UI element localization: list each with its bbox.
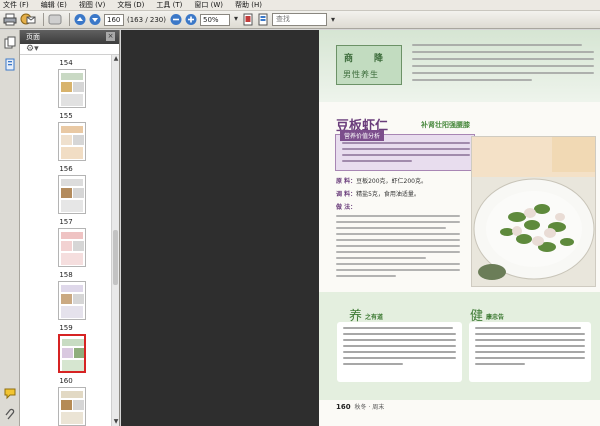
options-gear-icon[interactable]: ⚙▾ xyxy=(26,44,39,54)
fit-width-button[interactable] xyxy=(257,13,269,27)
thumbnail-label: 156 xyxy=(59,165,73,173)
hand-icon xyxy=(48,14,62,25)
printer-icon xyxy=(3,13,17,26)
recipe-photo xyxy=(471,136,596,287)
pages-panel-header: 页面 × xyxy=(20,30,119,44)
zoom-out-button[interactable] xyxy=(170,13,182,27)
menu-tools[interactable]: 工具 (T) xyxy=(156,0,182,10)
arrow-up-icon xyxy=(74,14,86,25)
page-count-label: (163 / 230) xyxy=(127,15,166,24)
scroll-up-icon[interactable]: ▲ xyxy=(112,55,120,63)
thumbnail-page[interactable] xyxy=(58,122,86,161)
hand-tool-button[interactable] xyxy=(48,13,62,27)
zoom-in-button[interactable] xyxy=(185,13,197,27)
thumbnail-label: 155 xyxy=(59,112,73,120)
health-tips-box xyxy=(469,322,591,382)
toolbar: 160 (163 / 230) 50% 查找 xyxy=(0,11,600,29)
thumbnail-page[interactable] xyxy=(58,281,86,320)
thumbnail-page[interactable] xyxy=(58,69,86,108)
envelope-icon xyxy=(20,13,36,25)
thumbnail-label: 159 xyxy=(59,324,73,332)
recipe-subtitle: 补肾壮阳强腰膝 xyxy=(421,121,470,129)
toolbar-separator xyxy=(43,13,44,26)
toolbar-separator xyxy=(69,13,70,26)
menu-window[interactable]: 窗口 (W) xyxy=(194,0,223,10)
search-input[interactable]: 查找 xyxy=(272,13,335,26)
fit-page-button[interactable] xyxy=(242,13,254,27)
seasoning-row: 调 料：精盐5克，食用油适量。 xyxy=(336,191,420,198)
fit-width-icon xyxy=(258,13,268,26)
zoom-in-icon xyxy=(185,14,197,25)
next-page-button[interactable] xyxy=(89,13,101,27)
page-number-input[interactable]: 160 xyxy=(104,13,124,26)
thumbnail-label: 158 xyxy=(59,271,73,279)
document-page: 商 降 男性养生 豆板虾仁 补肾壮阳强腰膝 营养价值分析 原 料：豆板200克，… xyxy=(319,30,600,426)
thumbnail-page[interactable] xyxy=(58,387,86,426)
thumbnail-scrollbar[interactable]: ▲ ▼ xyxy=(111,55,119,426)
arrow-down-icon xyxy=(89,14,101,25)
document-canvas[interactable]: 商 降 男性养生 豆板虾仁 补肾壮阳强腰膝 营养价值分析 原 料：豆板200克，… xyxy=(121,30,600,426)
pages-panel-title: 页面 xyxy=(26,33,40,41)
attachments-icon[interactable] xyxy=(4,408,16,421)
recipe-ingredients: 原 料：豆板200克，虾仁200克。 调 料：精盐5克，食用油适量。 做 法： xyxy=(336,176,464,281)
footer-text: 秋冬 · 周末 xyxy=(354,404,385,411)
previous-page-button[interactable] xyxy=(74,13,86,27)
nutrition-analysis-box: 营养价值分析 xyxy=(335,130,475,171)
thumbnail-list: 154 155 156 157 158 159 160 xyxy=(20,55,112,426)
menu-file[interactable]: 文件 (F) xyxy=(3,0,29,10)
menu-bar: 文件 (F) 编辑 (E) 视图 (V) 文档 (D) 工具 (T) 窗口 (W… xyxy=(0,0,600,11)
pages-icon[interactable] xyxy=(4,36,16,49)
menu-document[interactable]: 文档 (D) xyxy=(117,0,144,10)
email-button[interactable] xyxy=(20,13,36,27)
intro-paragraph xyxy=(412,44,594,94)
menu-edit[interactable]: 编辑 (E) xyxy=(41,0,67,10)
panel-options: ⚙▾ xyxy=(20,44,119,55)
ingredients-row: 原 料：豆板200克，虾仁200克。 xyxy=(336,178,427,185)
close-panel-button[interactable]: × xyxy=(106,32,115,41)
section-logo: 商 降 男性养生 xyxy=(336,45,402,85)
print-button[interactable] xyxy=(3,13,17,27)
scrollbar-thumb[interactable] xyxy=(113,230,118,285)
fit-page-icon xyxy=(243,13,253,26)
thumbnail-page[interactable] xyxy=(58,175,86,214)
page-footer: 160 秋冬 · 周末 xyxy=(336,402,384,411)
bookmarks-icon[interactable] xyxy=(4,58,16,71)
dish-image xyxy=(472,137,595,286)
thumbnail-label: 157 xyxy=(59,218,73,226)
scroll-down-icon[interactable]: ▼ xyxy=(112,418,120,426)
thumbnail-label: 160 xyxy=(59,377,73,385)
zoom-level-select[interactable]: 50% xyxy=(200,13,238,26)
navigation-strip xyxy=(0,30,20,426)
menu-view[interactable]: 视图 (V) xyxy=(79,0,105,10)
thumbnail-label: 154 xyxy=(59,59,73,67)
thumbnail-page[interactable] xyxy=(58,228,86,267)
nutrition-analysis-label: 营养价值分析 xyxy=(340,130,385,141)
menu-help[interactable]: 帮助 (H) xyxy=(235,0,262,10)
pages-panel: 页面 × ⚙▾ 154 155 156 157 158 159 160 ▲ ▼ xyxy=(20,30,120,426)
zoom-out-icon xyxy=(170,14,182,25)
health-heading: 康忠告 xyxy=(486,314,505,321)
nourish-heading: 之有道 xyxy=(365,314,384,321)
thumbnail-page-selected[interactable] xyxy=(58,334,86,373)
footer-page-number: 160 xyxy=(336,403,351,411)
method-row: 做 法： xyxy=(336,204,357,211)
nourish-tips-box xyxy=(337,322,462,382)
comments-icon[interactable] xyxy=(4,387,16,400)
